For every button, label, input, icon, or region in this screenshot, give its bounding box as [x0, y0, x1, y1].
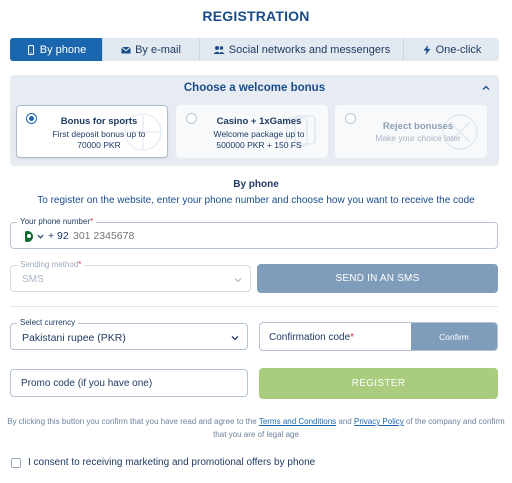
- bonus-option-sports[interactable]: Bonus for sports First deposit bonus up …: [16, 105, 168, 158]
- bonus-option-title: Bonus for sports: [60, 116, 138, 127]
- currency-select[interactable]: Select currency Pakistani rupee (PKR): [10, 318, 248, 350]
- bonus-option-title: Casino + 1xGames: [216, 116, 302, 127]
- divider: [10, 306, 498, 307]
- confirm-button[interactable]: Confirm: [411, 323, 497, 350]
- envelope-icon: [121, 46, 131, 53]
- bonus-option-reject[interactable]: Reject bonuses Make your choice later: [335, 105, 487, 158]
- tab-label: By e-mail: [135, 43, 181, 56]
- bonus-desc-line: 500000 PKR + 150 FS: [216, 140, 302, 150]
- tab-label: One-click: [435, 43, 482, 56]
- bonus-option-title: Reject bonuses: [382, 121, 454, 132]
- bonus-panel-title: Choose a welcome bonus: [183, 82, 326, 94]
- lightning-icon: [423, 44, 431, 55]
- tab-social-networks[interactable]: Social networks and messengers: [200, 38, 404, 61]
- chevron-down-icon[interactable]: [37, 233, 44, 240]
- page-title: REGISTRATION: [202, 8, 310, 24]
- welcome-bonus-panel: Choose a welcome bonus Bonus for sports …: [10, 75, 499, 166]
- phone-number-input[interactable]: [73, 230, 373, 242]
- by-phone-instructions: To register on the website, enter your p…: [37, 195, 475, 206]
- phone-number-field[interactable]: Your phone number* + 92: [10, 217, 498, 249]
- legal-notice: By clicking this button you confirm that…: [6, 415, 506, 441]
- consent-checkbox[interactable]: [11, 457, 21, 468]
- users-icon: [213, 45, 225, 54]
- privacy-policy-link[interactable]: Privacy Policy: [354, 417, 404, 426]
- bonus-option-desc: First deposit bonus up to 70000 PKR: [35, 129, 163, 151]
- bonus-desc-line: Make your choice later: [375, 133, 461, 143]
- chevron-down-icon: [231, 336, 239, 341]
- send-sms-button[interactable]: SEND IN AN SMS: [257, 264, 498, 293]
- phone-number-label: Your phone number*: [17, 217, 97, 226]
- bonus-option-desc: Make your choice later: [354, 133, 482, 144]
- tab-one-click[interactable]: One-click: [404, 38, 499, 61]
- label-text: Sending method: [20, 260, 79, 269]
- bonus-desc-line: 70000 PKR: [77, 140, 121, 150]
- required-mark: *: [350, 332, 355, 343]
- country-code: + 92: [48, 230, 69, 242]
- cross-watermark-icon: [442, 114, 478, 150]
- bonus-desc-line: First deposit bonus up to: [52, 129, 146, 139]
- promo-code-field[interactable]: Promo code (if you have one): [10, 369, 248, 397]
- phone-icon: [27, 44, 34, 55]
- tab-label: By phone: [39, 43, 87, 56]
- chevron-up-icon[interactable]: [482, 84, 490, 92]
- bonus-option-desc: Welcome package up to 500000 PKR + 150 F…: [195, 129, 323, 151]
- bonus-desc-line: Welcome package up to: [213, 129, 305, 139]
- label-text: Confirmation code: [269, 332, 351, 343]
- terms-link[interactable]: Terms and Conditions: [259, 417, 336, 426]
- registration-tabs: By phone By e-mail Social networks and m…: [10, 38, 499, 61]
- tab-by-email[interactable]: By e-mail: [103, 38, 200, 61]
- sending-method-value: SMS: [22, 274, 44, 285]
- sending-method-label: Sending method*: [17, 260, 85, 269]
- consent-label: I consent to receiving marketing and pro…: [28, 457, 316, 468]
- required-mark: *: [78, 260, 82, 269]
- promo-code-label: Promo code (if you have one): [21, 378, 153, 389]
- confirmation-code-field[interactable]: Confirmation code* Confirm: [259, 322, 498, 351]
- chevron-down-icon: [234, 278, 242, 283]
- required-mark: *: [89, 217, 94, 226]
- label-text: Your phone number: [20, 217, 90, 226]
- tab-by-phone[interactable]: By phone: [10, 38, 103, 61]
- marketing-consent: I consent to receiving marketing and pro…: [11, 457, 315, 468]
- pakistan-flag-icon[interactable]: [22, 231, 33, 242]
- legal-text: and: [336, 417, 354, 426]
- legal-text: By clicking this button you confirm that…: [7, 417, 259, 426]
- sending-method-select[interactable]: Sending method* SMS: [10, 260, 251, 292]
- tab-label: Social networks and messengers: [228, 43, 391, 56]
- currency-value: Pakistani rupee (PKR): [22, 332, 126, 344]
- bonus-option-casino[interactable]: Casino + 1xGames Welcome package up to 5…: [176, 105, 328, 158]
- register-button[interactable]: REGISTER: [259, 368, 498, 399]
- currency-label: Select currency: [17, 318, 79, 327]
- confirmation-code-label: Confirmation code*: [269, 332, 354, 343]
- by-phone-heading: By phone: [233, 179, 279, 190]
